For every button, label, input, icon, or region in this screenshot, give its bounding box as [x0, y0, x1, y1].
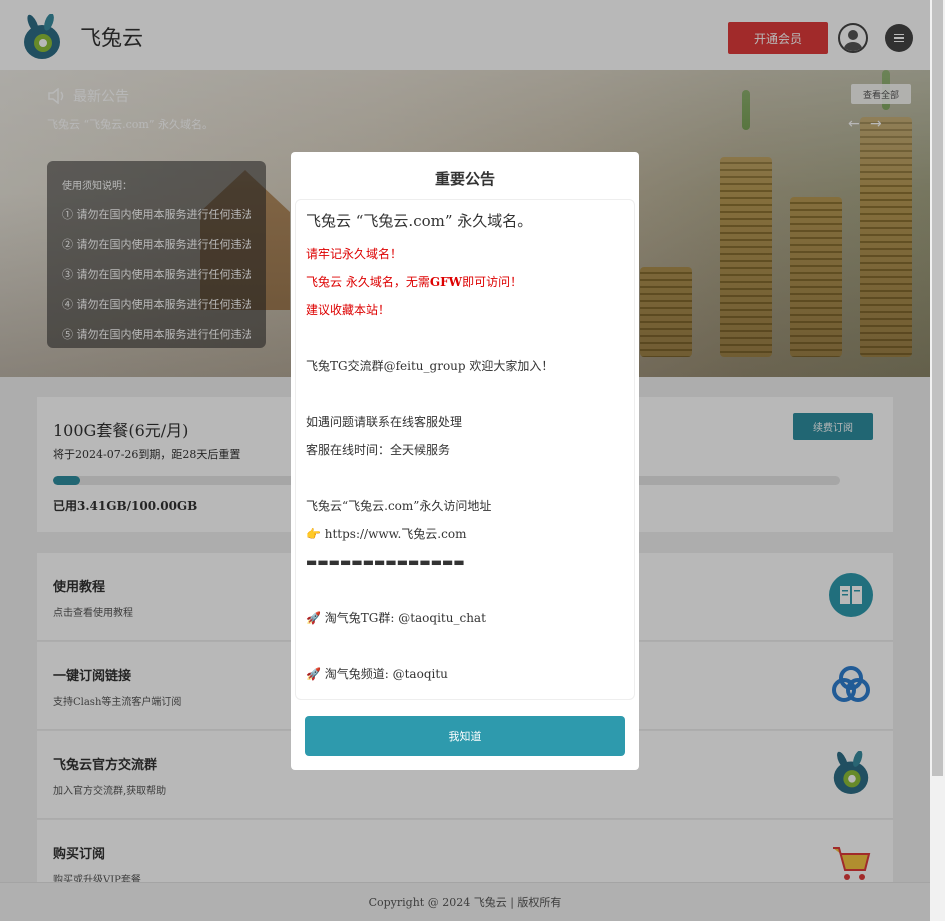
modal-content[interactable]: 飞兔云 “飞兔云.com” 永久域名。 请牢记永久域名！ 飞兔云 永久域名，无需… — [295, 199, 635, 700]
modal-divider: ▬▬▬▬▬▬▬▬▬▬▬▬▬▬ — [306, 555, 465, 569]
scrollbar-thumb[interactable] — [932, 0, 943, 776]
modal-line: 🚀 淘气兔TG群: @taoqitu_chat — [306, 611, 486, 625]
modal-line: 建议收藏本站！ — [306, 303, 391, 317]
modal-line: 如遇问题请联系在线客服处理 — [306, 415, 463, 429]
modal-line: 飞兔云 永久域名，无需GFW即可访问！ — [306, 275, 523, 289]
modal-line: 飞兔TG交流群@feitu_group 欢迎大家加入！ — [306, 359, 554, 373]
modal-line: 客服在线时间：全天候服务 — [306, 443, 451, 457]
modal-url-link[interactable]: 👉 https://www.飞兔云.com — [306, 524, 624, 552]
modal-title: 重要公告 — [434, 170, 495, 188]
modal-line: 🚀 淘气兔频道: @taoqitu — [306, 667, 448, 681]
announcement-modal: 重要公告 飞兔云 “飞兔云.com” 永久域名。 请牢记永久域名！ 飞兔云 永久… — [291, 152, 639, 770]
modal-line: 请牢记永久域名！ — [306, 247, 403, 261]
modal-heading: 飞兔云 “飞兔云.com” 永久域名。 — [306, 212, 533, 230]
modal-confirm-button[interactable]: 我知道 — [305, 716, 625, 756]
modal-line: 飞兔云“飞兔云.com”永久访问地址 — [306, 499, 492, 513]
